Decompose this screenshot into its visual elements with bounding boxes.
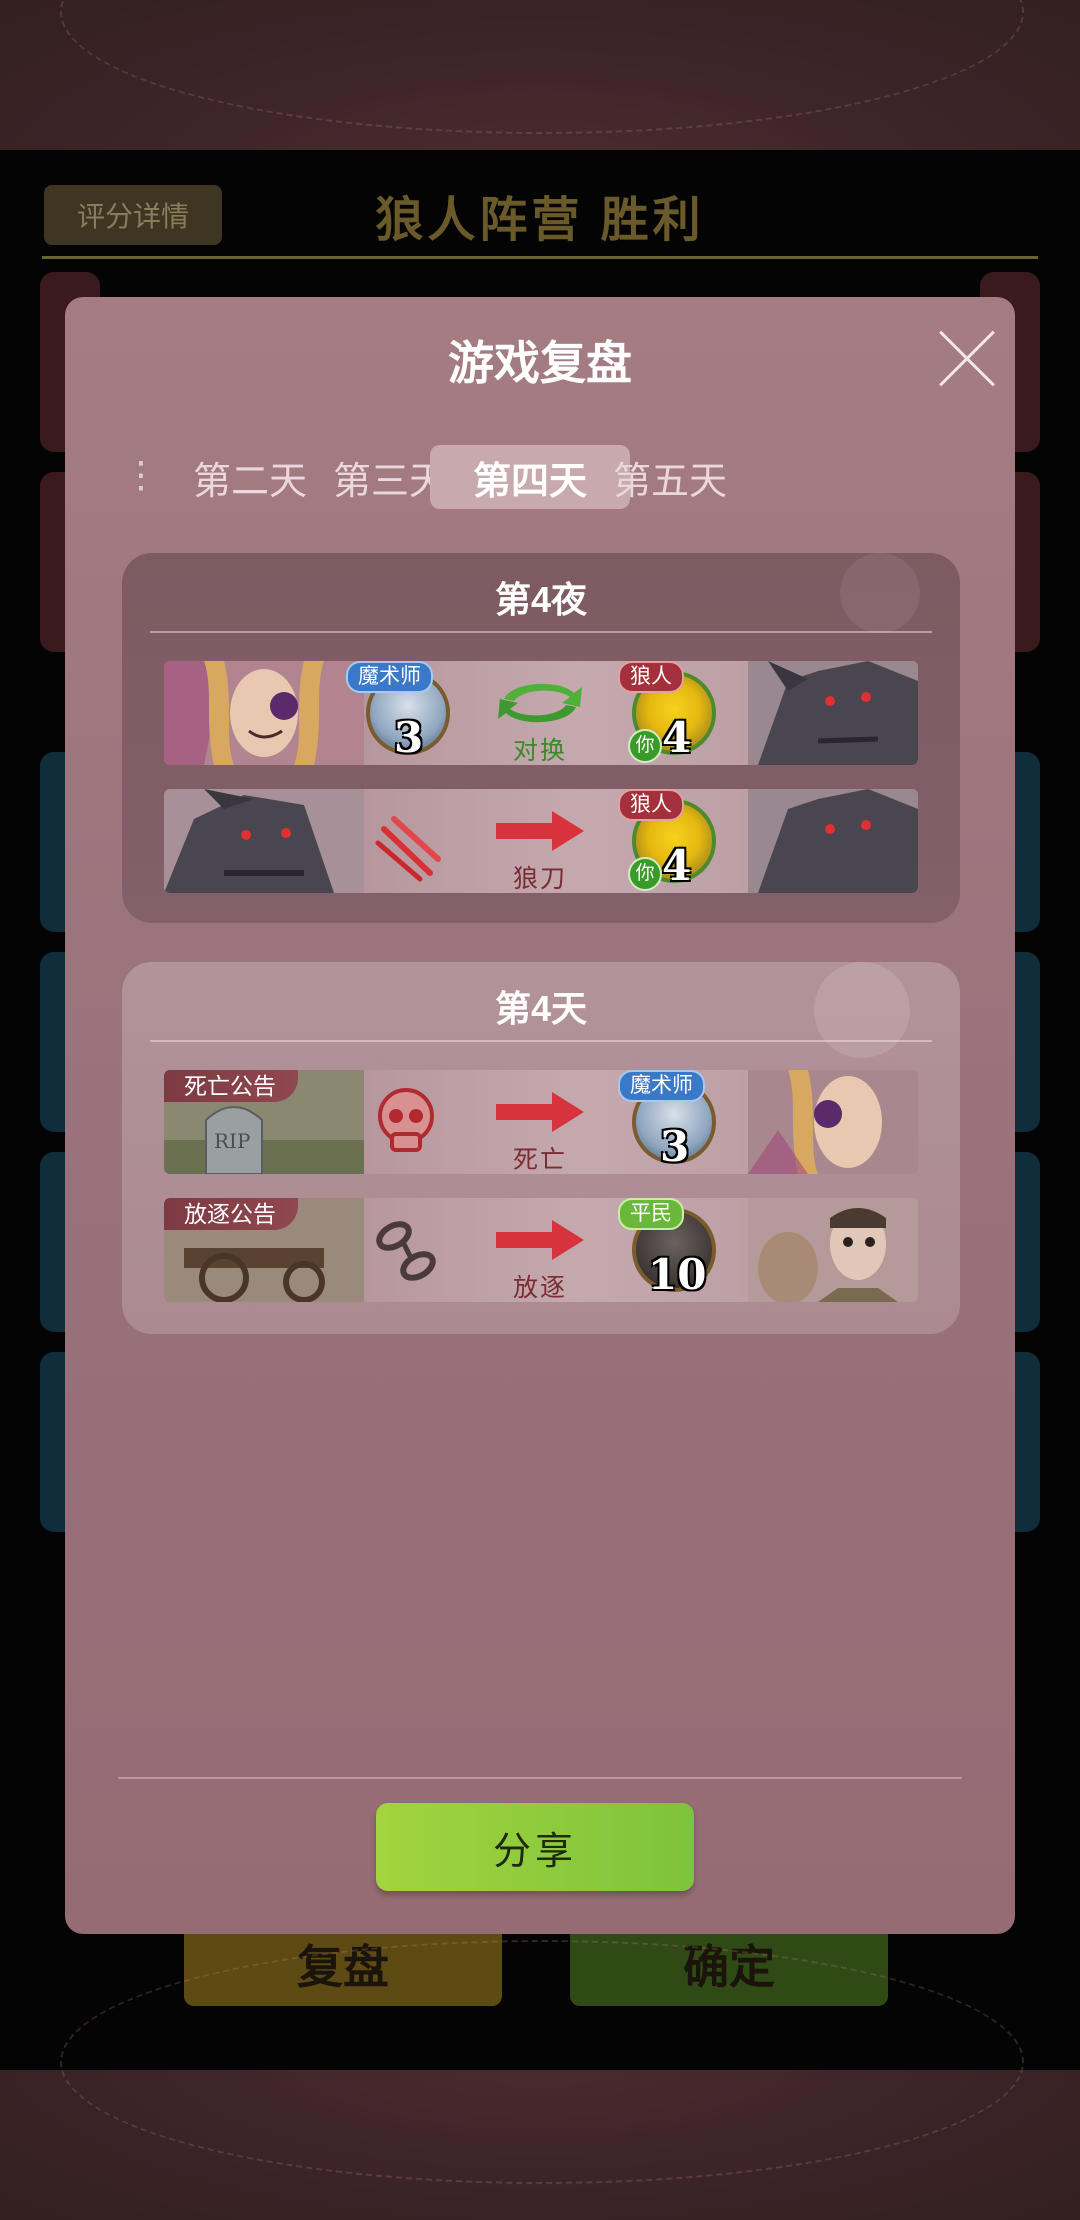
role-badge: 魔术师	[618, 1070, 705, 1102]
more-tabs-icon[interactable]: ⋮	[123, 457, 159, 497]
action-label: 放逐	[512, 1274, 567, 1302]
exile-action: 放逐	[490, 1212, 590, 1302]
seat-number: 3	[660, 1122, 690, 1171]
section-title: 第4天	[494, 988, 588, 1029]
title-divider	[42, 256, 1038, 259]
night-section: 第4夜 魔术师 3 对换 狼人 4 你 狼刀 狼人 4 你	[122, 553, 960, 923]
section-divider	[150, 1040, 932, 1042]
announcement-tag: 死亡公告	[164, 1070, 298, 1102]
action-label: 对换	[512, 737, 567, 765]
section-divider	[150, 631, 932, 633]
share-button[interactable]: 分享	[376, 1803, 694, 1891]
game-replay-dialog: 游戏复盘 ⋮ 第二天 第三天 第四天 第五天 第4夜 魔术师 3 对换 狼人 4…	[65, 297, 1015, 1934]
event-row: 狼刀 狼人 4 你	[164, 789, 918, 893]
werewolf-art	[748, 661, 918, 765]
bottom-band	[0, 1940, 1080, 2220]
werewolf-art	[164, 789, 364, 893]
role-badge: 狼人	[618, 661, 684, 693]
seat-number: 4	[662, 841, 692, 890]
top-band	[0, 0, 1080, 150]
magician-art	[748, 1070, 918, 1174]
decor-arc	[60, 1940, 1024, 2184]
you-badge: 你	[628, 729, 662, 763]
event-row: 魔术师 3 对换 狼人 4 你	[164, 661, 918, 765]
tab-day-5[interactable]: 第五天	[570, 445, 770, 509]
role-badge: 平民	[618, 1198, 684, 1230]
you-badge: 你	[628, 857, 662, 891]
action-label: 狼刀	[512, 865, 567, 893]
magician-art	[164, 661, 364, 765]
event-row: RIP 死亡公告 死亡 魔术师 3	[164, 1070, 918, 1174]
handcuffs-icon	[376, 1221, 436, 1281]
arrow-right-icon	[496, 811, 584, 851]
seat-number: 3	[394, 713, 424, 762]
role-badge: 狼人	[618, 789, 684, 821]
day-tabs: ⋮ 第二天 第三天 第四天 第五天	[110, 445, 990, 509]
section-title: 第4夜	[494, 579, 588, 620]
kill-action: 狼刀	[490, 803, 590, 893]
villager-art	[748, 1198, 918, 1302]
arrow-right-icon	[496, 1092, 584, 1132]
death-action: 死亡	[490, 1084, 590, 1174]
event-row: 放逐公告 放逐 平民 10	[164, 1198, 918, 1302]
seat-number: 10	[648, 1250, 707, 1299]
dialog-title: 游戏复盘	[448, 337, 632, 389]
svg-text:RIP: RIP	[214, 1129, 250, 1153]
announcement-tag: 放逐公告	[164, 1198, 298, 1230]
result-title: 狼人阵营 胜利	[375, 194, 705, 247]
decor-arc	[60, 0, 1024, 134]
arrow-right-icon	[496, 1220, 584, 1260]
role-badge: 魔术师	[346, 661, 433, 693]
skull-icon	[378, 1088, 434, 1152]
swap-icon	[498, 683, 582, 723]
claw-icon	[375, 816, 441, 882]
seat-number: 4	[662, 713, 692, 762]
close-icon[interactable]	[935, 327, 999, 391]
footer-divider	[118, 1777, 962, 1779]
swap-action: 对换	[490, 675, 590, 765]
day-section: 第4天 RIP 死亡公告 死亡 魔术师 3 放逐公告 放逐 平民 10	[122, 962, 960, 1334]
action-label: 死亡	[512, 1146, 567, 1174]
werewolf-art	[748, 789, 918, 893]
